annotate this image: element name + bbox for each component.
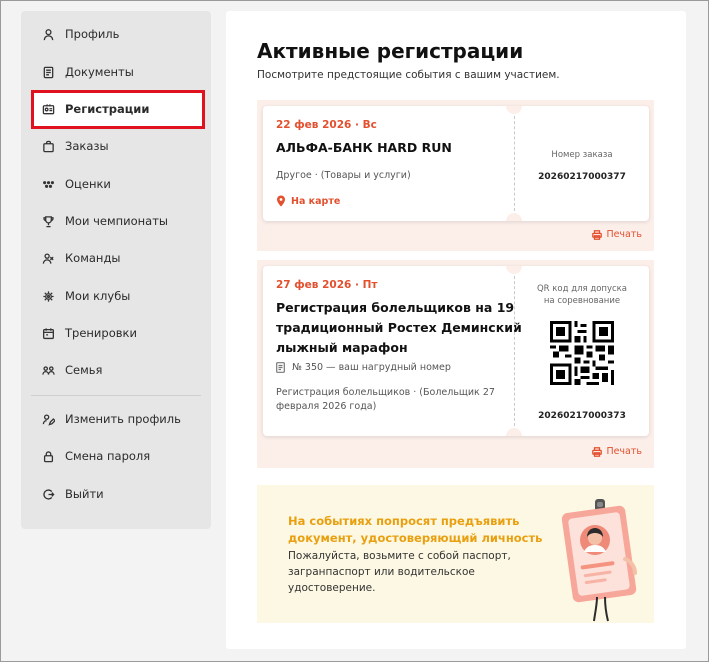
notice-text-line: удостоверение. [288,582,376,594]
sidebar-item-ratings[interactable]: Оценки [31,169,201,199]
qr-label-line: на соревнование [543,296,621,306]
logout-icon [41,487,55,501]
event-ticket[interactable]: 27 фев 2026 · Пт Регистрация болельщиков… [263,266,649,436]
notice-text-line: загранпаспорт или водительское [288,566,475,578]
sidebar-item-logout[interactable]: Выйти [31,479,201,509]
registration-card: 27 фев 2026 · Пт Регистрация болельщиков… [257,260,654,468]
sidebar-item-label: Оценки [65,177,111,191]
page-subtitle: Посмотрите предстоящие события с вашим у… [257,69,560,81]
notice-title-line: На событиях попросят предъявить [288,514,520,528]
sidebar-item-label: Мои чемпионаты [65,214,169,228]
sidebar-item-label: Заказы [65,139,109,153]
map-link-label: На карте [291,195,341,207]
order-number: 20260217000373 [538,411,626,421]
sidebar-item-family[interactable]: Семья [31,355,201,385]
ticket-notch [506,106,522,114]
notice-title-line: документ, удостоверяющий личность [288,531,543,545]
team-icon [41,251,55,265]
sidebar-item-label: Смена пароля [65,449,151,463]
id-document-notice: На событиях попросят предъявить документ… [257,485,654,623]
bib-number-text: № 350 — ваш нагрудный номер [292,362,451,373]
print-label: Печать [606,229,642,240]
sidebar-item-label: Тренировки [65,326,137,340]
edit-profile-icon [41,412,55,426]
rating-icon [41,177,55,191]
calendar-icon [41,326,55,340]
registration-card: 22 фев 2026 · Вс АЛЬФА-БАНК HARD RUN Дру… [257,100,654,251]
sidebar-item-clubs[interactable]: Мои клубы [31,281,201,311]
main-panel: Активные регистрации Посмотрите предстоя… [226,11,686,649]
sidebar-item-teams[interactable]: Команды [31,243,201,273]
sidebar-item-label: Команды [65,251,121,265]
notice-title: На событиях попросят предъявить документ… [288,513,558,547]
event-category-line: февраля 2026 года) [276,401,377,412]
qr-label-line: QR код для допуска [536,284,628,294]
order-number-label: Номер заказа [551,150,613,160]
bib-number: № 350 — ваш нагрудный номер [276,362,451,373]
qr-code [550,321,614,385]
map-link[interactable]: На карте [276,195,340,207]
event-date: 27 фев 2026 · Пт [276,279,378,291]
print-button[interactable]: Печать [592,229,642,240]
sidebar-item-edit-profile[interactable]: Изменить профиль [31,404,201,434]
lock-icon [41,449,55,463]
sidebar-divider [31,395,201,396]
event-date: 22 фев 2026 · Вс [276,119,377,131]
event-category-line: Регистрация болельщиков · (Болельщик 27 [276,387,495,398]
sidebar-item-championships[interactable]: Мои чемпионаты [31,206,201,236]
bag-icon [41,139,55,153]
map-pin-icon [277,195,285,207]
printer-icon [592,229,603,240]
event-ticket[interactable]: 22 фев 2026 · Вс АЛЬФА-БАНК HARD RUN Дру… [263,106,649,221]
family-icon [41,363,55,377]
ticket-separator [514,276,515,426]
ticket-notch [506,266,522,274]
sidebar-item-orders[interactable]: Заказы [31,131,201,161]
notice-text-line: Пожалуйста, возьмите с собой паспорт, [288,550,511,562]
print-button[interactable]: Печать [592,446,642,457]
trophy-icon [41,214,55,228]
event-name-line: лыжный марафон [276,340,408,355]
club-icon [41,289,55,303]
sidebar-item-label: Семья [65,363,103,377]
sidebar-item-label: Изменить профиль [65,412,181,426]
printer-icon [592,446,603,457]
bib-icon [276,362,285,373]
event-name-line: традиционный Ростех Деминский [276,320,522,335]
event-name: АЛЬФА-БАНК HARD RUN [276,140,452,155]
sidebar-items: Заказы Оценки Мои чемпионаты Команды Мои… [21,11,211,529]
sidebar-item-label: Выйти [65,487,104,501]
id-badge-illustration [561,499,637,622]
sidebar-item-trainings[interactable]: Тренировки [31,318,201,348]
sidebar-item-change-password[interactable]: Смена пароля [31,441,201,471]
ticket-notch [506,428,522,436]
print-label: Печать [606,446,642,457]
notice-text: Пожалуйста, возьмите с собой паспорт, за… [288,548,538,596]
event-category: Другое · (Товары и услуги) [276,170,411,181]
ticket-notch [506,213,522,221]
order-number: 20260217000377 [538,172,626,182]
ticket-separator [514,116,515,211]
event-name-line: Регистрация болельщиков на 19 [276,300,515,315]
page-title: Активные регистрации [257,39,524,63]
sidebar-item-label: Мои клубы [65,289,131,303]
